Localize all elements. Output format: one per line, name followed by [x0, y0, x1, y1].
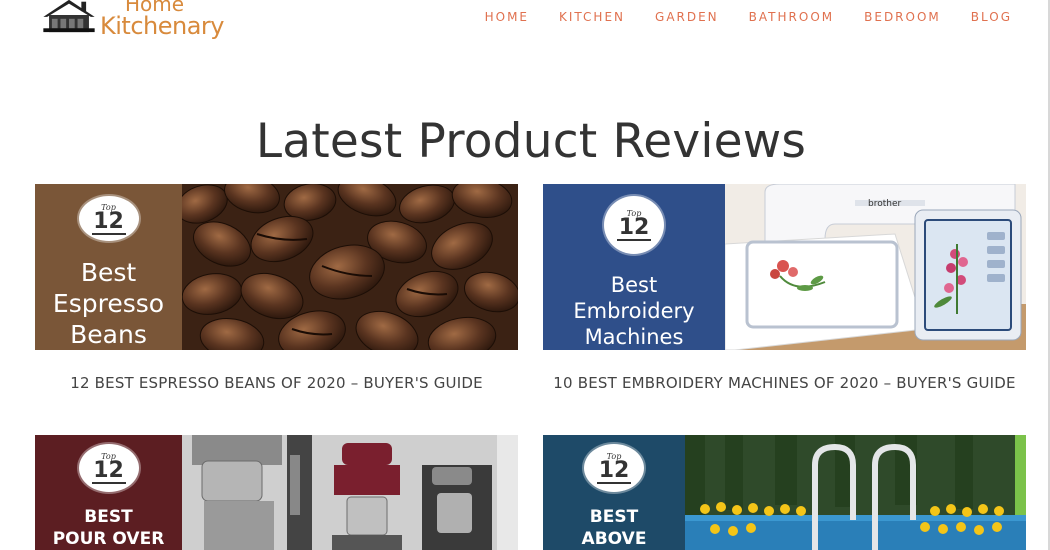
panel-line: Embroidery	[573, 299, 695, 323]
pool-photo	[685, 435, 1026, 550]
top-12-badge-icon: Top 12	[604, 196, 664, 254]
panel-line: Machines	[584, 325, 684, 349]
panel-line: Beans	[70, 320, 147, 349]
top-12-badge-icon: Top 12	[584, 444, 644, 492]
house-logo-icon	[43, 0, 95, 33]
nav-kitchen[interactable]: KITCHEN	[559, 10, 625, 24]
coffee-beans-photo	[182, 184, 518, 350]
main-nav: HOME KITCHEN GARDEN BATHROOM BEDROOM BLO…	[485, 10, 1012, 24]
card-panel: Top 12 BEST POUR OVER	[35, 435, 182, 550]
nav-bedroom[interactable]: BEDROOM	[864, 10, 941, 24]
review-card-pour-over[interactable]: Top 12 BEST POUR OVER	[35, 435, 518, 550]
card-panel: Top 12 Best Embroidery Machines	[543, 184, 725, 350]
coffee-makers-photo	[182, 435, 518, 550]
top-12-badge-icon: Top 12	[78, 444, 139, 492]
card-image-pour-over[interactable]: Top 12 BEST POUR OVER	[35, 435, 518, 550]
card-panel-text: Best Espresso Beans	[53, 257, 164, 350]
nav-blog[interactable]: BLOG	[971, 10, 1012, 24]
badge-number: 12	[93, 458, 124, 483]
card-image-espresso[interactable]: Top 12 Best Espresso Beans	[35, 184, 518, 350]
badge-number: 12	[618, 215, 650, 240]
badge-divider	[597, 482, 631, 484]
site-logo[interactable]: Home Kitchenary	[38, 0, 224, 44]
nav-home[interactable]: HOME	[485, 10, 529, 24]
nav-garden[interactable]: GARDEN	[655, 10, 719, 24]
svg-text:brother: brother	[868, 199, 901, 209]
badge-number: 12	[598, 458, 630, 483]
card-image-above-ground[interactable]: Top 12 BEST ABOVE	[543, 435, 1026, 550]
panel-line: BEST	[84, 507, 133, 527]
panel-line: Espresso	[52, 289, 165, 318]
page-title: Latest Product Reviews	[255, 114, 807, 169]
review-card-above-ground[interactable]: Top 12 BEST ABOVE	[543, 435, 1026, 550]
card-panel-text: BEST POUR OVER	[53, 506, 165, 550]
card-image-embroidery[interactable]: Top 12 Best Embroidery Machines brother	[543, 184, 1026, 350]
card-panel: Top 12 BEST ABOVE	[543, 435, 685, 550]
card-panel: Top 12 Best Espresso Beans	[35, 184, 182, 350]
card-title-espresso[interactable]: 12 BEST ESPRESSO BEANS OF 2020 – BUYER'S…	[35, 374, 518, 392]
top-12-badge-icon: Top 12	[78, 196, 139, 241]
panel-line: Best	[610, 273, 658, 297]
logo-text-kitchenary: Kitchenary	[100, 12, 224, 40]
badge-number: 12	[93, 208, 124, 234]
card-title-embroidery[interactable]: 10 BEST EMBROIDERY MACHINES OF 2020 – BU…	[543, 374, 1026, 392]
card-panel-text: BEST ABOVE	[582, 506, 647, 550]
site-header: Home Kitchenary HOME KITCHEN GARDEN BATH…	[0, 0, 1050, 46]
embroidery-machine-photo: brother	[725, 184, 1026, 350]
card-panel-text: Best Embroidery Machines	[573, 272, 694, 350]
review-card-espresso[interactable]: Top 12 Best Espresso Beans 12 BEST ESPRE…	[35, 184, 518, 404]
badge-divider	[91, 232, 126, 235]
panel-line: BEST	[589, 507, 639, 527]
nav-bathroom[interactable]: BATHROOM	[749, 10, 834, 24]
panel-line: POUR OVER	[52, 529, 165, 549]
panel-line: ABOVE	[581, 529, 647, 549]
badge-divider	[617, 239, 651, 241]
badge-divider	[91, 482, 126, 484]
panel-line: Best	[80, 258, 137, 287]
review-card-embroidery[interactable]: Top 12 Best Embroidery Machines brother	[543, 184, 1026, 404]
